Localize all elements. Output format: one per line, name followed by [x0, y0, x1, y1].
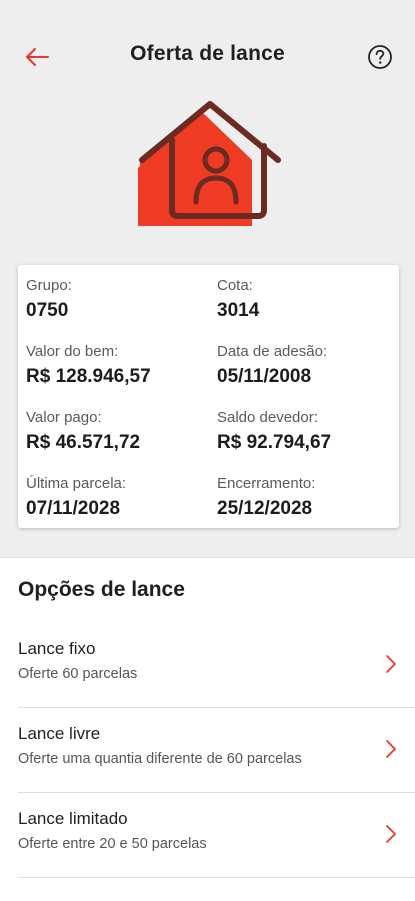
chevron-right-icon [386, 740, 396, 758]
cota-label: Cota: [217, 277, 253, 294]
saldo-devedor-value: R$ 92.794,67 [217, 432, 332, 453]
bid-options-panel: Opções de lance Lance fixo Oferte 60 par… [0, 557, 415, 901]
field-ultima-parcela: Última parcela: 07/11/2028 [26, 475, 206, 520]
option-lance-livre[interactable]: Lance livre Oferte uma quantia diferente… [0, 707, 415, 791]
saldo-devedor-label: Saldo devedor: [217, 409, 318, 426]
field-grupo: Grupo: 0750 [26, 277, 206, 322]
grupo-value: 0750 [26, 300, 69, 321]
field-cota: Cota: 3014 [217, 277, 397, 322]
field-valor-pago: Valor pago: R$ 46.571,72 [26, 409, 206, 454]
encerramento-value: 25/12/2028 [217, 498, 313, 519]
option-title: Lance livre [18, 724, 101, 743]
chevron-right-icon [386, 655, 396, 673]
page-title: Oferta de lance [130, 42, 285, 65]
option-lance-fixo[interactable]: Lance fixo Oferte 60 parcelas [0, 622, 415, 706]
option-subtitle: Oferte uma quantia diferente de 60 parce… [18, 751, 302, 767]
data-adesao-value: 05/11/2008 [217, 366, 312, 387]
option-title: Lance fixo [18, 639, 96, 658]
chevron-right-icon [386, 825, 396, 843]
field-valor-bem: Valor do bem: R$ 128.946,57 [26, 343, 206, 388]
option-subtitle: Oferte entre 20 e 50 parcelas [18, 836, 207, 852]
cota-value: 3014 [217, 300, 260, 321]
option-title: Lance limitado [18, 809, 128, 828]
field-encerramento: Encerramento: 25/12/2028 [217, 475, 397, 520]
valor-bem-value: R$ 128.946,57 [26, 366, 151, 387]
encerramento-label: Encerramento: [217, 475, 316, 492]
consortium-info-card: Grupo: 0750 Cota: 3014 Valor do bem: R$ … [18, 265, 399, 528]
valor-pago-label: Valor pago: [26, 409, 102, 426]
valor-bem-label: Valor do bem: [26, 343, 119, 360]
help-button[interactable] [365, 42, 395, 72]
ultima-parcela-value: 07/11/2028 [26, 498, 121, 519]
field-saldo-devedor: Saldo devedor: R$ 92.794,67 [217, 409, 397, 454]
option-lance-limitado[interactable]: Lance limitado Oferte entre 20 e 50 parc… [0, 792, 415, 876]
ultima-parcela-label: Última parcela: [26, 475, 127, 492]
app-header: Oferta de lance [0, 0, 415, 110]
field-data-adesao: Data de adesão: 05/11/2008 [217, 343, 397, 388]
divider [18, 877, 415, 878]
house-person-icon [138, 101, 281, 226]
option-subtitle: Oferte 60 parcelas [18, 666, 138, 682]
valor-pago-value: R$ 46.571,72 [26, 432, 141, 453]
hero-illustration [130, 98, 290, 238]
data-adesao-label: Data de adesão: [217, 343, 328, 360]
question-circle-icon [368, 45, 392, 69]
grupo-label: Grupo: [26, 277, 72, 294]
bid-options-title: Opções de lance [18, 578, 185, 601]
